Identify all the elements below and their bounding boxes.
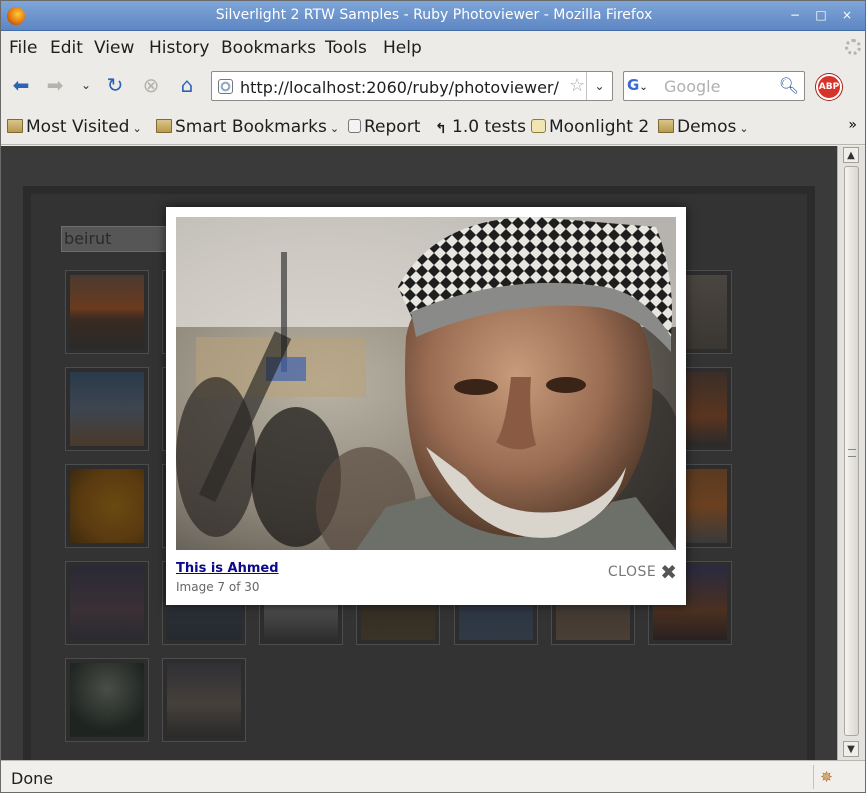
search-engine-selector[interactable]: G⌄ <box>627 76 661 96</box>
photo-thumbnail[interactable] <box>65 270 149 354</box>
back-arrow-icon: ⬅ <box>12 73 30 97</box>
browser-window: Silverlight 2 RTW Samples - Ruby Photovi… <box>0 0 866 793</box>
page-icon <box>348 119 361 133</box>
reload-icon: ↻ <box>106 73 124 97</box>
photo-caption-link[interactable]: This is Ahmed <box>176 561 279 576</box>
scrollbar-thumb[interactable] <box>844 166 859 736</box>
photo-thumbnail[interactable] <box>65 658 149 742</box>
close-icon: ✖ <box>660 560 677 584</box>
status-bar: Done ✵ <box>1 760 865 792</box>
bookmark-label: Moonlight 2 <box>549 117 650 137</box>
menu-history[interactable]: History <box>149 38 209 58</box>
photo-thumbnail[interactable] <box>162 658 246 742</box>
search-bar: G⌄ 🔍︎ <box>623 71 805 101</box>
folder-icon <box>658 119 674 133</box>
firebug-icon[interactable]: ✵ <box>813 765 839 789</box>
bookmark-star-icon[interactable]: ☆ <box>569 75 585 96</box>
close-label: CLOSE <box>607 564 657 580</box>
scroll-up-button[interactable]: ▲ <box>843 147 859 163</box>
chevron-down-icon: ⌄ <box>132 122 142 135</box>
menu-edit[interactable]: Edit <box>50 38 83 58</box>
bookmark-label: Demos <box>677 117 737 137</box>
throbber-icon <box>845 39 861 55</box>
bookmark-1-0-tests[interactable]: ↰ 1.0 tests <box>435 117 526 137</box>
bookmark-demos[interactable]: Demos ⌄ <box>658 117 749 137</box>
forward-button[interactable]: ➡ <box>41 71 69 99</box>
adblock-plus-button[interactable]: ABP <box>816 74 842 100</box>
search-input[interactable] <box>664 76 782 96</box>
close-window-button[interactable]: × <box>839 7 855 23</box>
vertical-scrollbar[interactable]: ▲ ▼ <box>837 146 865 760</box>
menu-file[interactable]: File <box>9 38 37 58</box>
thumbnail-image <box>167 663 241 737</box>
menu-tools[interactable]: Tools <box>325 38 367 58</box>
minimize-button[interactable]: − <box>787 7 803 23</box>
thumbnail-image <box>70 469 144 543</box>
photo-lightbox: This is Ahmed Image 7 of 30 CLOSE ✖ <box>166 207 686 605</box>
stop-button[interactable]: ⊗ <box>137 71 165 99</box>
title-bar: Silverlight 2 RTW Samples - Ruby Photovi… <box>1 1 865 31</box>
menu-bookmarks[interactable]: Bookmarks <box>221 38 316 58</box>
search-icon[interactable]: 🔍︎ <box>779 76 799 95</box>
chevron-down-icon: ⌄ <box>594 79 605 93</box>
bookmark-most-visited[interactable]: Most Visited ⌄ <box>7 117 142 137</box>
photo-thumbnail[interactable] <box>65 464 149 548</box>
url-text[interactable]: http://localhost:2060/ruby/photoviewer/ <box>240 78 570 97</box>
most-visited-icon <box>7 119 23 133</box>
navigation-toolbar: ⬅ ➡ ⌄ ↻ ⊗ ⌂ http://localhost:2060/ruby/p… <box>1 63 865 107</box>
folder-icon <box>156 119 172 133</box>
home-button[interactable]: ⌂ <box>173 71 201 99</box>
grip-icon <box>848 449 856 457</box>
home-icon: ⌂ <box>180 73 194 97</box>
thumbnail-image <box>70 663 144 737</box>
thumbnail-image <box>70 275 144 349</box>
bookmark-label: Report <box>364 117 421 137</box>
moonlight-icon <box>531 119 546 133</box>
bookmarks-overflow-chevron-icon[interactable]: » <box>848 117 857 133</box>
window-title: Silverlight 2 RTW Samples - Ruby Photovi… <box>215 7 653 23</box>
portrait-photo-image <box>176 217 676 550</box>
history-dropdown-button[interactable]: ⌄ <box>75 71 97 99</box>
bookmark-label: Most Visited <box>26 117 130 137</box>
back-button[interactable]: ⬅ <box>7 71 35 99</box>
bookmark-label: 1.0 tests <box>452 117 526 137</box>
menu-help[interactable]: Help <box>383 38 422 58</box>
lightbox-photo <box>176 217 676 550</box>
menu-view[interactable]: View <box>94 38 134 58</box>
menu-bar: File Edit View History Bookmarks Tools H… <box>1 31 865 63</box>
url-dropdown-button[interactable]: ⌄ <box>586 72 612 100</box>
maximize-button[interactable]: □ <box>813 7 829 23</box>
photo-thumbnail[interactable] <box>65 367 149 451</box>
scroll-down-button[interactable]: ▼ <box>843 741 859 757</box>
thumbnail-image <box>70 566 144 640</box>
site-favicon-icon <box>218 79 233 94</box>
photo-thumbnail[interactable] <box>65 561 149 645</box>
image-counter: Image 7 of 30 <box>176 580 260 594</box>
reload-button[interactable]: ↻ <box>101 71 129 99</box>
chevron-down-icon: ⌄ <box>80 78 92 92</box>
bookmark-report[interactable]: Report <box>348 117 420 137</box>
bookmark-label: Smart Bookmarks <box>175 117 327 137</box>
status-text: Done <box>11 769 54 788</box>
thumbnail-image <box>70 372 144 446</box>
chevron-down-icon: ⌄ <box>329 122 340 135</box>
tests-icon: ↰ <box>435 121 447 137</box>
bookmark-smart-bookmarks[interactable]: Smart Bookmarks ⌄ <box>156 117 339 137</box>
bookmarks-toolbar: Most Visited ⌄ Smart Bookmarks ⌄ Report ↰ 1… <box>1 107 865 145</box>
lightbox-close-button[interactable]: CLOSE ✖ <box>608 562 677 582</box>
bookmark-moonlight-2[interactable]: Moonlight 2 <box>531 117 649 137</box>
url-bar[interactable]: http://localhost:2060/ruby/photoviewer/ … <box>211 71 613 101</box>
stop-icon: ⊗ <box>142 73 160 97</box>
chevron-down-icon: ⌄ <box>739 122 749 135</box>
chevron-down-icon: ⌄ <box>639 82 648 93</box>
forward-arrow-icon: ➡ <box>46 73 64 97</box>
google-icon: G <box>627 76 640 94</box>
